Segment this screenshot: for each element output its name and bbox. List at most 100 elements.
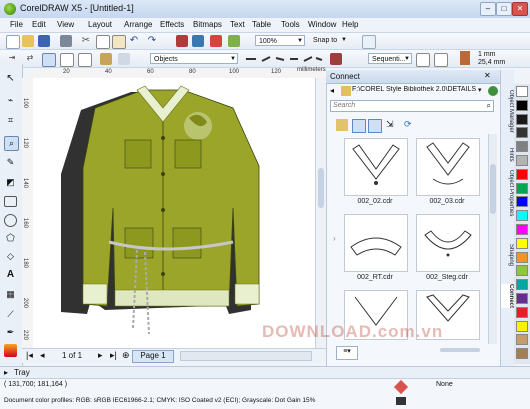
thumbnail-size-slider[interactable]: [440, 348, 480, 352]
color-swatch[interactable]: [516, 99, 528, 111]
artistic-media-strokes[interactable]: [244, 55, 324, 63]
first-page-icon[interactable]: |◂: [26, 350, 33, 361]
menu-bitmaps[interactable]: Bitmaps: [193, 20, 222, 29]
color-swatch[interactable]: [516, 265, 528, 277]
library-path[interactable]: F:\COREL Style Bibliothek 2.0\DETAILS\Ha…: [352, 86, 476, 93]
color-swatch[interactable]: [516, 224, 528, 235]
color-swatch[interactable]: [516, 237, 528, 249]
color-swatch[interactable]: [516, 182, 528, 194]
menu-file[interactable]: File: [10, 20, 23, 29]
redo-icon[interactable]: ↷: [146, 35, 158, 47]
list-view-icon[interactable]: [368, 119, 382, 133]
tray-label[interactable]: Tray: [14, 368, 30, 377]
color-swatch[interactable]: [516, 168, 528, 180]
spray-order-icon[interactable]: [416, 53, 430, 67]
library-item-002-02[interactable]: [344, 138, 408, 196]
menu-arrange[interactable]: Arrange: [124, 20, 152, 29]
rectangle-tool-icon[interactable]: [4, 196, 17, 207]
page-tab[interactable]: Page 1: [132, 350, 174, 363]
expand-arrow-icon[interactable]: ›: [333, 234, 336, 243]
undo-icon[interactable]: ↶: [128, 35, 140, 47]
menu-tools[interactable]: Tools: [281, 20, 300, 29]
pick-tool-icon[interactable]: ↖: [4, 72, 17, 85]
shape-tool-icon[interactable]: [118, 53, 130, 65]
menu-layout[interactable]: Layout: [88, 20, 112, 29]
open-folder-icon[interactable]: [22, 35, 34, 47]
color-swatch[interactable]: [516, 210, 528, 222]
selection-mode-icon[interactable]: [42, 53, 56, 67]
menu-view[interactable]: View: [57, 20, 74, 29]
next-page-icon[interactable]: ▸: [98, 350, 103, 361]
thumbnail-view-icon[interactable]: [352, 119, 366, 133]
ellipse-tool-icon[interactable]: [4, 214, 17, 227]
export-icon[interactable]: [192, 35, 204, 47]
color-swatch[interactable]: [516, 127, 528, 139]
bring-forward-icon[interactable]: [330, 53, 342, 65]
docker-close-icon[interactable]: ✕: [484, 71, 491, 80]
shape-edit-tool-icon[interactable]: ⌁: [4, 94, 17, 107]
add-page-icon[interactable]: ⊕: [122, 350, 130, 361]
import-icon[interactable]: [176, 35, 188, 47]
envelope-icon[interactable]: [78, 53, 92, 67]
polygon-tool-icon[interactable]: ⬠: [4, 232, 17, 245]
color-swatch[interactable]: [516, 86, 528, 97]
close-button[interactable]: ✕: [512, 2, 528, 16]
print-icon[interactable]: [60, 35, 72, 47]
view-options-icon[interactable]: ≡▾: [336, 346, 358, 360]
color-swatch[interactable]: [516, 155, 528, 166]
basic-shapes-tool-icon[interactable]: ◇: [4, 250, 17, 263]
document-color-profiles[interactable]: Document color profiles: RGB: sRGB IEC61…: [4, 397, 315, 404]
objects-combo[interactable]: Objects ▼: [150, 53, 238, 64]
dimension-tool-icon[interactable]: ⟋: [4, 308, 17, 321]
color-swatch[interactable]: [516, 348, 528, 360]
text-tool-icon[interactable]: A: [4, 268, 17, 281]
tab-shaping[interactable]: Shaping: [501, 244, 514, 266]
path-dropdown-icon[interactable]: ▾: [478, 86, 486, 96]
app-launcher-icon[interactable]: [228, 35, 240, 47]
mirror-icon[interactable]: ⇄: [24, 53, 36, 65]
lock-ratio-icon[interactable]: [60, 53, 74, 67]
paste-icon[interactable]: [112, 35, 126, 49]
maximize-button[interactable]: □: [496, 2, 512, 16]
smart-fill-tool-icon[interactable]: ◩: [4, 176, 17, 189]
last-page-icon[interactable]: ▸|: [110, 350, 117, 361]
color-swatch[interactable]: [516, 293, 528, 304]
docker-scrollbar[interactable]: [488, 134, 497, 344]
menu-window[interactable]: Window: [308, 20, 336, 29]
save-icon[interactable]: [38, 35, 50, 47]
publish-pdf-icon[interactable]: [210, 35, 222, 47]
color-swatch[interactable]: [516, 251, 528, 263]
tab-hints[interactable]: Hints: [501, 148, 514, 162]
tab-object-properties[interactable]: Object Properties: [501, 170, 514, 216]
menu-help[interactable]: Help: [342, 20, 358, 29]
color-swatch[interactable]: [516, 334, 528, 346]
table-tool-icon[interactable]: ▦: [4, 288, 17, 301]
tab-connect[interactable]: Connect: [501, 284, 514, 308]
options-icon[interactable]: [362, 35, 376, 49]
crop-tool-icon[interactable]: ⌗: [4, 114, 17, 127]
back-arrow-icon[interactable]: ◂: [330, 86, 340, 96]
color-swatch[interactable]: [516, 279, 528, 291]
zoom-level-combo[interactable]: 100% ▼: [255, 35, 305, 46]
color-swatch[interactable]: [516, 306, 528, 318]
size-1-value[interactable]: 1 mm: [478, 51, 496, 58]
prev-page-icon[interactable]: ◂: [40, 350, 45, 361]
menu-effects[interactable]: Effects: [160, 20, 184, 29]
library-item-002-03[interactable]: [416, 138, 480, 196]
color-swatch[interactable]: [516, 320, 528, 332]
size-2-value[interactable]: 25,4 mm: [478, 59, 505, 66]
scroll-thumb[interactable]: [318, 168, 324, 208]
library-item-002-rt[interactable]: [344, 214, 408, 272]
canvas-horizontal-scrollbar[interactable]: [180, 351, 312, 361]
scroll-thumb[interactable]: [490, 164, 496, 214]
new-document-icon[interactable]: [6, 35, 20, 49]
cut-icon[interactable]: ✂: [80, 35, 92, 47]
add-to-tray-icon[interactable]: ⇲: [386, 119, 398, 131]
refresh-icon[interactable]: ⟳: [404, 119, 416, 131]
freehand-tool-icon[interactable]: ✎: [4, 156, 17, 169]
go-icon[interactable]: [488, 86, 498, 96]
eyedropper-tool-icon[interactable]: ✒: [4, 326, 17, 339]
minimize-button[interactable]: –: [480, 2, 496, 16]
tray-collapse-icon[interactable]: ▸: [4, 368, 8, 377]
zoom-tool-icon[interactable]: ⌕: [4, 136, 19, 151]
